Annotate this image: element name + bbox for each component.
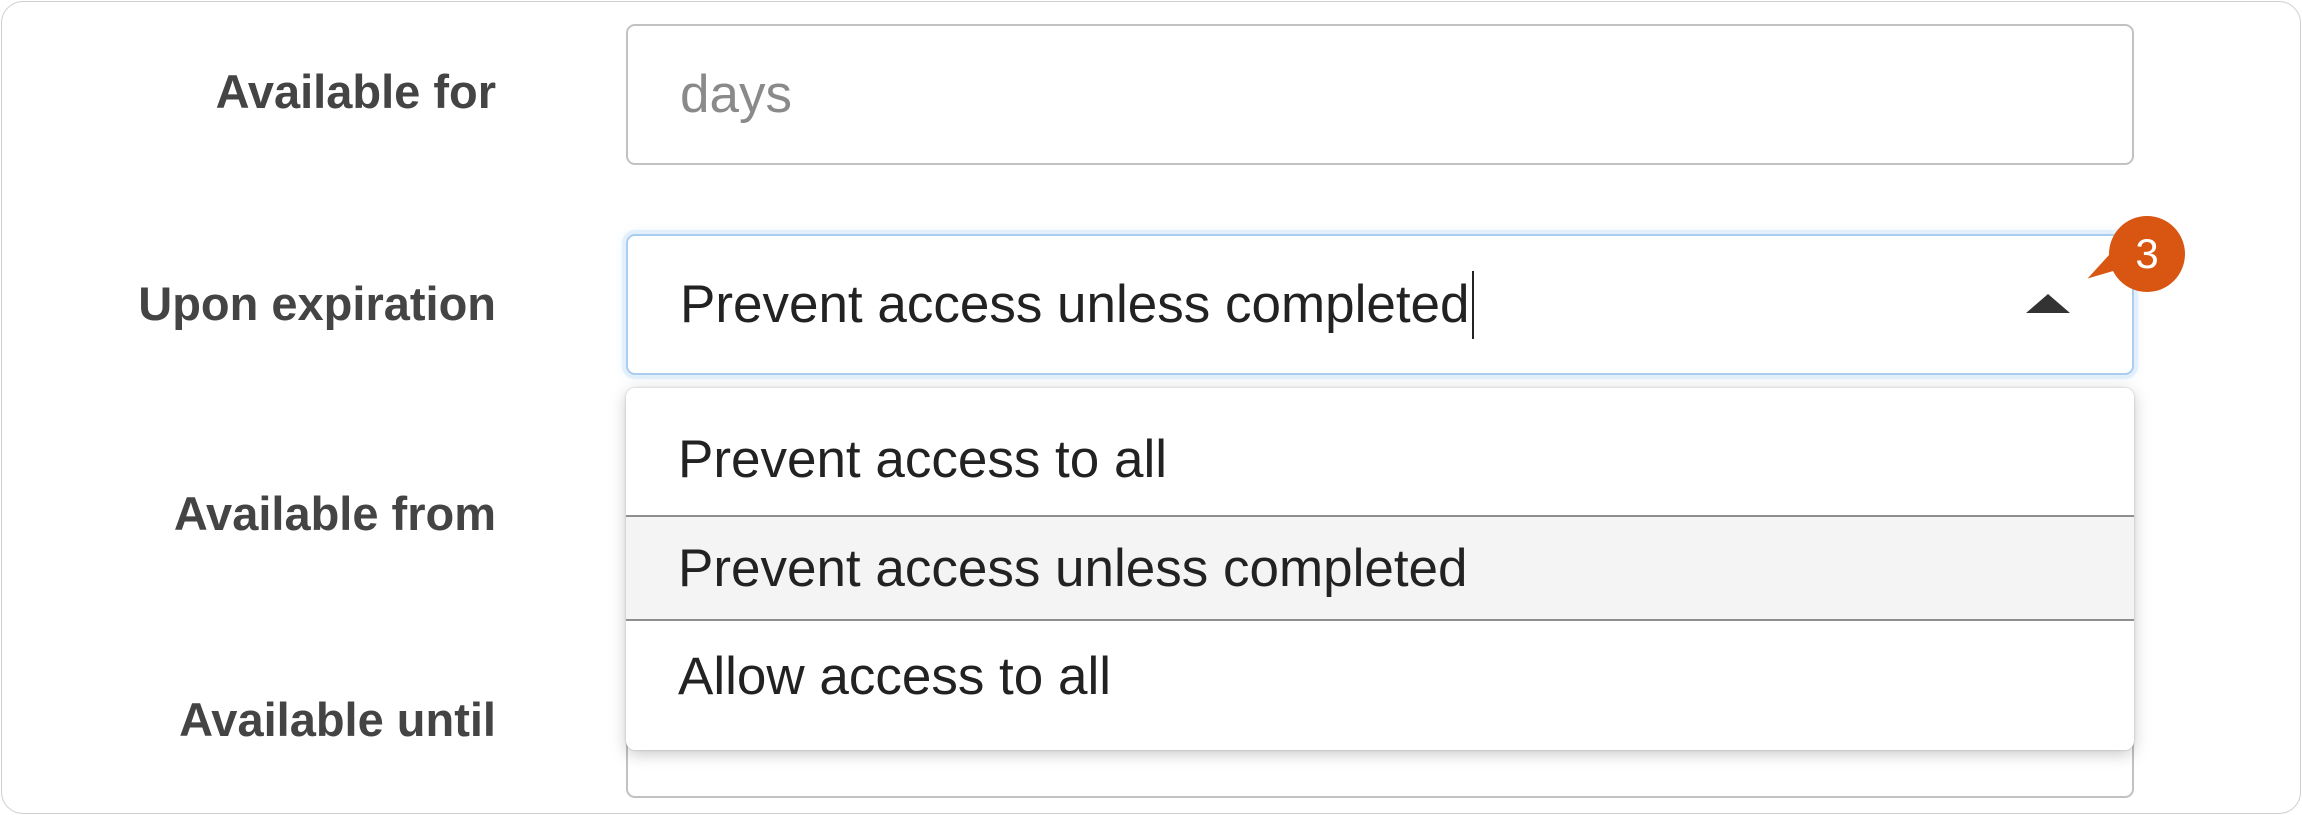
selected-option-text: Prevent access unless completed	[680, 275, 1470, 334]
available-for-input[interactable]	[680, 26, 2060, 163]
upon-expiration-select[interactable]: Prevent access unless completed	[626, 234, 2134, 375]
settings-panel: Available for Upon expiration Prevent ac…	[1, 1, 2301, 814]
available-for-field[interactable]	[626, 24, 2134, 165]
upon-expiration-label: Upon expiration	[138, 277, 496, 330]
select-current-value[interactable]: Prevent access unless completed	[680, 236, 1474, 373]
expiration-options-menu: Prevent access to all Prevent access unl…	[626, 388, 2134, 750]
option-prevent-access-unless-completed[interactable]: Prevent access unless completed	[626, 515, 2134, 621]
text-cursor	[1471, 270, 1474, 339]
chevron-up-icon[interactable]	[2026, 294, 2070, 313]
available-for-label: Available for	[215, 65, 496, 118]
step-number-badge: 3	[2109, 216, 2185, 292]
option-prevent-access-to-all[interactable]: Prevent access to all	[626, 388, 2134, 515]
option-allow-access-to-all[interactable]: Allow access to all	[626, 621, 2134, 731]
available-from-label: Available from	[173, 487, 496, 540]
available-until-label: Available until	[179, 693, 496, 746]
